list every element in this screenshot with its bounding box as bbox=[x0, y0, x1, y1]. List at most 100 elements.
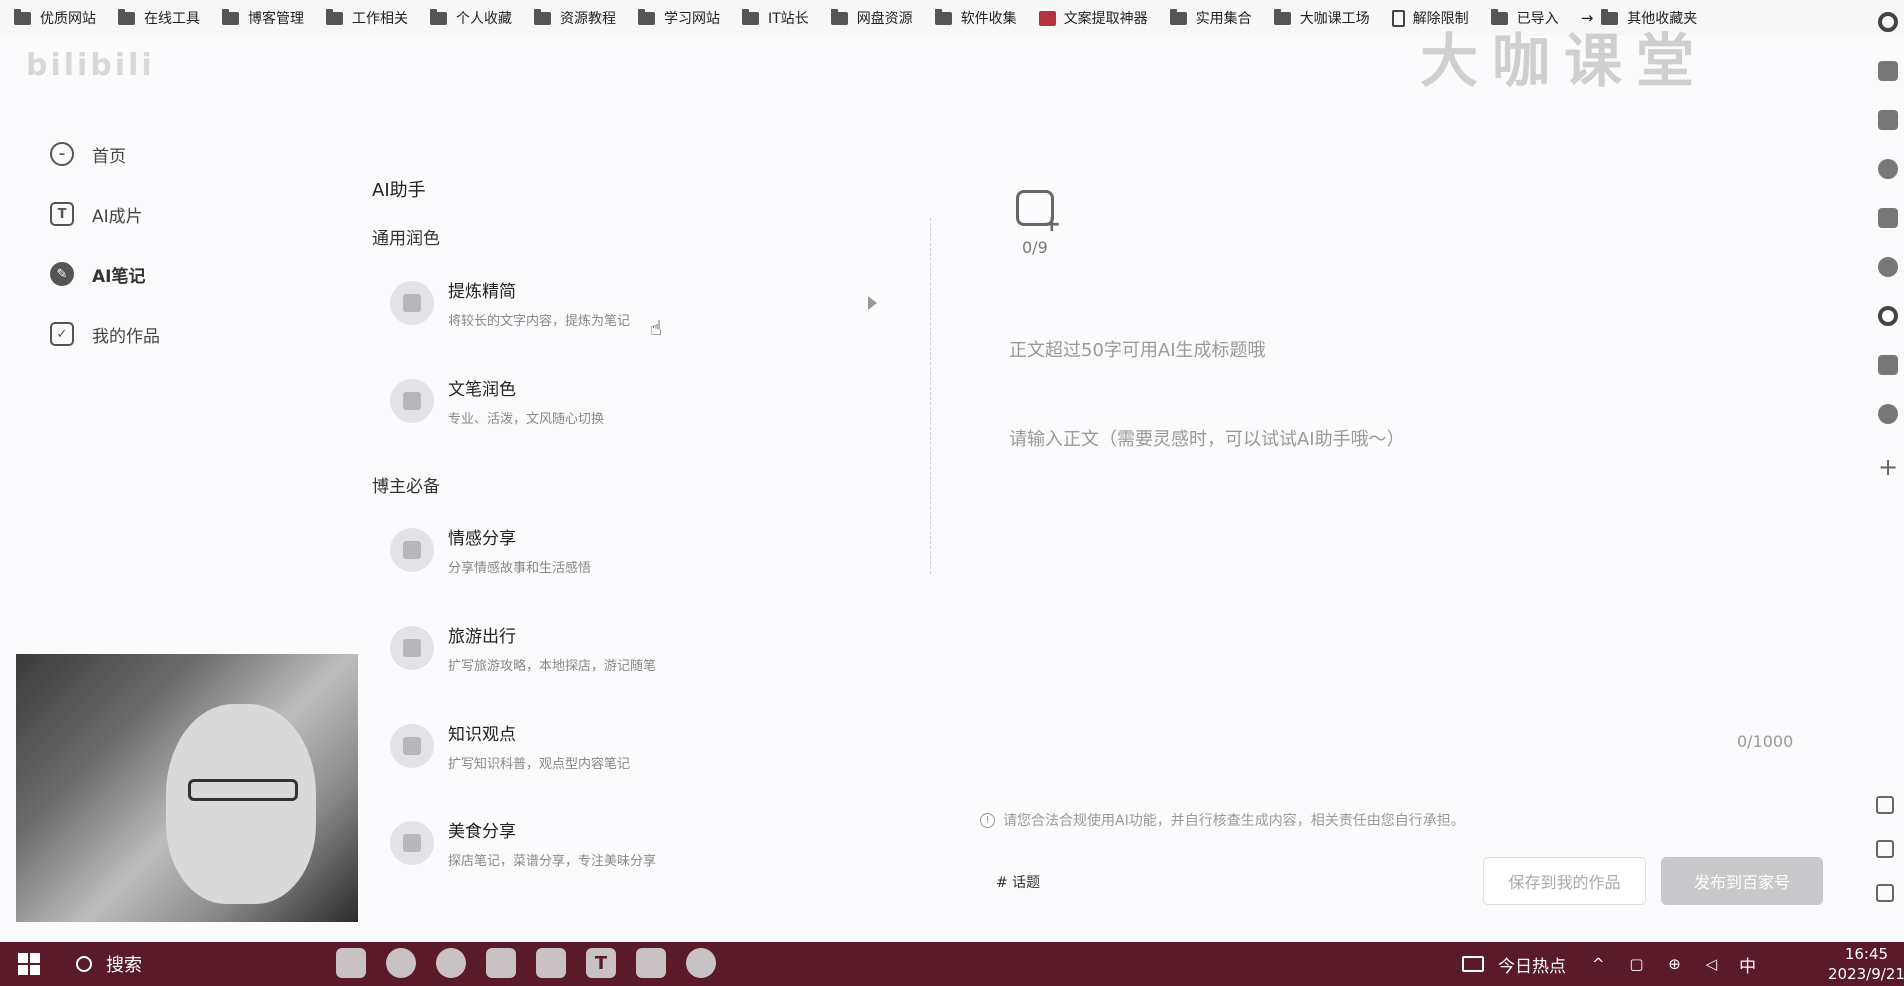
sidebar-nav: – 首页 T AI成片 ✎ AI笔记 ✓ 我的作品 bbox=[50, 124, 300, 364]
nav-label: 首页 bbox=[92, 146, 126, 167]
card-title: 情感分享 bbox=[448, 529, 516, 549]
add-icon[interactable]: + bbox=[1872, 453, 1904, 481]
bookmark-label: 资源教程 bbox=[560, 11, 616, 27]
taskbar-search[interactable]: 搜索 bbox=[106, 951, 142, 977]
search-icon[interactable] bbox=[76, 956, 92, 972]
bookmark-folder[interactable]: 在线工具 bbox=[118, 8, 200, 28]
add-image-icon[interactable] bbox=[1016, 190, 1061, 237]
browser-sidebar: + bbox=[1872, 12, 1904, 481]
bookmark-folder[interactable]: 工作相关 bbox=[326, 8, 408, 28]
folder-icon bbox=[534, 8, 551, 25]
discover-icon[interactable] bbox=[1878, 257, 1898, 277]
bookmark-folder[interactable]: 优质网站 bbox=[14, 8, 96, 28]
ai-card-polish[interactable]: 文笔润色 专业、活泼，文风随心切换 bbox=[390, 366, 890, 436]
bing-icon[interactable] bbox=[1878, 208, 1898, 228]
card-desc: 专业、活泼，文风随心切换 bbox=[448, 412, 605, 427]
send-icon[interactable] bbox=[1878, 159, 1898, 179]
clock-time: 16:45 bbox=[1844, 945, 1889, 963]
notes-icon[interactable] bbox=[486, 948, 516, 978]
nav-label: 我的作品 bbox=[92, 326, 160, 347]
bookmark-label: 大咖课工场 bbox=[1299, 11, 1370, 27]
bookmark-folder[interactable]: IT站长 bbox=[742, 8, 809, 28]
windows-start-icon[interactable] bbox=[18, 953, 40, 975]
ai-panel-title: AI助手 bbox=[372, 180, 426, 201]
watermark: 大咖课堂 bbox=[1420, 27, 1709, 95]
extension-icon[interactable] bbox=[1878, 404, 1898, 424]
bookmark-folder[interactable]: 软件收集 bbox=[934, 8, 1017, 28]
bookmark-label: 个人收藏 bbox=[456, 11, 512, 27]
publish-button[interactable]: 发布到百家号 bbox=[1661, 857, 1823, 905]
system-tray[interactable]: ^ ▢ ⊕ ◁ bbox=[1592, 955, 1727, 973]
body-input[interactable]: 请输入正文（需要灵感时，可以试试AI助手哦～） bbox=[1009, 425, 1405, 451]
section-title: 博主必备 bbox=[372, 477, 440, 497]
external-link-icon[interactable] bbox=[1876, 840, 1894, 858]
settings-icon[interactable] bbox=[1876, 884, 1894, 902]
bookmark-folder[interactable]: 学习网站 bbox=[638, 8, 720, 28]
nav-item-my-works[interactable]: ✓ 我的作品 bbox=[50, 304, 300, 364]
avatar-icon[interactable] bbox=[336, 948, 366, 978]
typora-icon[interactable]: T bbox=[586, 948, 616, 978]
folder-icon bbox=[934, 8, 952, 25]
nav-item-ai-notes[interactable]: ✎ AI笔记 bbox=[50, 244, 300, 304]
games-icon[interactable] bbox=[1878, 355, 1898, 375]
card-title: 文笔润色 bbox=[448, 380, 516, 400]
food-icon bbox=[390, 821, 434, 865]
bfta-icon[interactable] bbox=[386, 948, 416, 978]
ai-card-emotion[interactable]: 情感分享 分享情感故事和生活感悟 bbox=[390, 515, 890, 585]
chrome-icon[interactable] bbox=[436, 948, 466, 978]
card-title: 提炼精简 bbox=[448, 282, 516, 302]
folder-icon bbox=[430, 8, 447, 25]
card-desc: 探店笔记，菜谱分享，专注美味分享 bbox=[448, 854, 657, 869]
nav-label: AI成片 bbox=[92, 206, 143, 227]
title-input[interactable]: 正文超过50字可用AI生成标题哦 bbox=[1009, 336, 1266, 362]
nav-item-ai-video[interactable]: T AI成片 bbox=[50, 184, 300, 244]
ai-card-condense[interactable]: 提炼精简 将较长的文字内容，提炼为笔记 bbox=[390, 268, 890, 338]
bookmark-folder[interactable]: 网盘资源 bbox=[830, 8, 913, 28]
image-count: 0/9 bbox=[1022, 238, 1048, 257]
office-icon[interactable] bbox=[1878, 110, 1898, 130]
ai-card-travel[interactable]: 旅游出行 扩写旅游攻略，本地探店，游记随笔 bbox=[390, 613, 890, 683]
bookmark-label: 实用集合 bbox=[1195, 11, 1252, 27]
tool-icon[interactable] bbox=[536, 948, 566, 978]
save-button[interactable]: 保存到我的作品 bbox=[1483, 857, 1646, 905]
browser-sidebar-bottom bbox=[1876, 796, 1894, 928]
bookmark-folder[interactable]: 资源教程 bbox=[534, 8, 616, 28]
screenshot-icon[interactable] bbox=[1876, 796, 1894, 814]
bookmark-link[interactable]: 文案提取神器 bbox=[1038, 8, 1148, 28]
news-label[interactable]: 今日热点 bbox=[1498, 952, 1566, 977]
explorer-icon[interactable] bbox=[636, 948, 666, 978]
folder-icon bbox=[222, 8, 239, 25]
clock[interactable]: 16:45 2023/9/21 bbox=[1828, 944, 1904, 984]
nav-item-home[interactable]: – 首页 bbox=[50, 124, 300, 184]
expand-arrow-icon[interactable] bbox=[868, 296, 877, 310]
folder-icon bbox=[1273, 8, 1291, 25]
bookmark-folder[interactable]: 实用集合 bbox=[1169, 8, 1252, 28]
settings-icon[interactable] bbox=[686, 948, 716, 978]
circle-app-icon[interactable] bbox=[1878, 306, 1898, 326]
toolbox-icon[interactable] bbox=[1878, 61, 1898, 81]
folder-icon bbox=[638, 8, 655, 25]
bookmark-label: 软件收集 bbox=[960, 11, 1017, 27]
bookmark-label: 在线工具 bbox=[144, 11, 200, 27]
ime-indicator[interactable]: 中 bbox=[1739, 952, 1756, 977]
webcam-overlay bbox=[16, 654, 358, 922]
bookmark-label: 文案提取神器 bbox=[1063, 11, 1148, 27]
card-desc: 分享情感故事和生活感悟 bbox=[448, 561, 592, 576]
bookmark-folder[interactable]: 个人收藏 bbox=[430, 8, 512, 28]
ai-card-knowledge[interactable]: 知识观点 扩写知识科普，观点型内容笔记 bbox=[390, 711, 890, 781]
news-icon[interactable] bbox=[1462, 956, 1484, 972]
bookmark-label: 博客管理 bbox=[248, 11, 304, 27]
presenter-glasses bbox=[188, 779, 298, 801]
char-count: 0/1000 bbox=[1737, 732, 1794, 751]
screen: 优质网站 在线工具 博客管理 工作相关 个人收藏 资源教程 学习网站 IT站长 … bbox=[0, 0, 1904, 986]
ai-card-food[interactable]: 美食分享 探店笔记，菜谱分享，专注美味分享 bbox=[390, 808, 890, 878]
search-icon[interactable] bbox=[1878, 12, 1898, 32]
compliance-notice: ! 请您合法合规使用AI功能，并自行核查生成内容，相关责任由您自行承担。 bbox=[980, 810, 1465, 830]
bookmark-label: 优质网站 bbox=[40, 11, 96, 27]
t-icon: T bbox=[50, 202, 74, 226]
folder-icon bbox=[326, 8, 343, 25]
topic-button[interactable]: # 话题 bbox=[996, 872, 1040, 892]
check-icon: ✓ bbox=[50, 322, 74, 346]
bookmark-folder[interactable]: 博客管理 bbox=[222, 8, 304, 28]
bookmark-folder[interactable]: 大咖课工场 bbox=[1273, 8, 1370, 28]
